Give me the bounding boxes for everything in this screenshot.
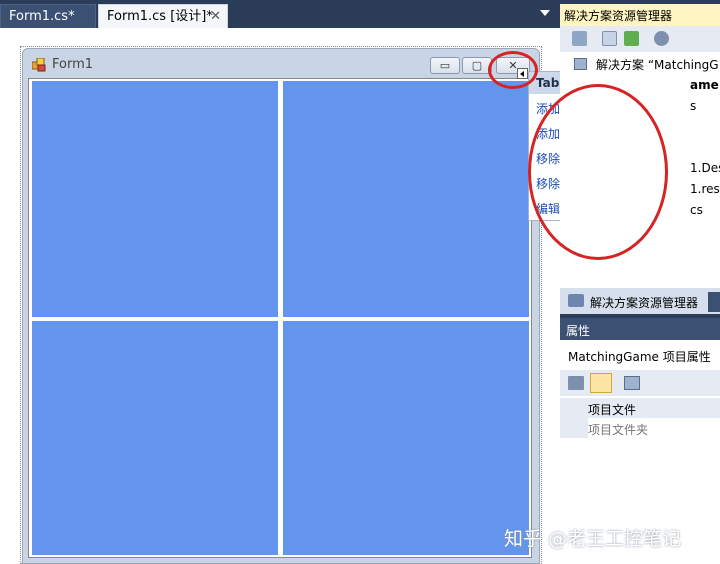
tab-label: Form1.cs* (9, 9, 75, 24)
solution-explorer-tab-icon (568, 294, 584, 307)
property-name[interactable]: 项目文件夹 (588, 421, 648, 438)
solution-icon (574, 58, 587, 70)
minimize-icon: ▭ (439, 59, 451, 72)
alphabetical-icon[interactable] (590, 373, 612, 393)
tree-item-project[interactable]: ame (690, 78, 719, 92)
tab-form1-cs[interactable]: Form1.cs* (0, 4, 96, 28)
solution-explorer-title: 解决方案资源管理器 (564, 9, 673, 23)
class-view-tab[interactable] (708, 292, 720, 312)
tree-item[interactable]: cs (690, 203, 703, 217)
table-cell[interactable] (32, 321, 278, 555)
tree-item[interactable]: 1.Des (690, 161, 720, 175)
property-pages-icon[interactable] (624, 376, 640, 390)
tab-form1-design[interactable]: Form1.cs [设计]* ✕ (98, 4, 228, 28)
properties-object-label: MatchingGame 项目属性 (568, 350, 711, 364)
annotation-circle (528, 84, 668, 260)
view-class-diagram-icon[interactable] (654, 31, 669, 46)
minimize-button[interactable]: ▭ (430, 57, 460, 74)
form-icon (32, 58, 46, 72)
tab-label: Form1.cs [设计]* (107, 9, 213, 24)
refresh-icon[interactable] (624, 31, 639, 46)
property-name[interactable]: 项目文件 (588, 401, 636, 418)
form-title: Form1 (52, 57, 94, 72)
form-titlebar (24, 52, 538, 76)
table-cell[interactable] (283, 81, 529, 317)
table-layout-panel[interactable] (28, 78, 532, 558)
tree-item[interactable]: s (690, 99, 696, 113)
tree-item[interactable]: 1.resx (690, 182, 720, 196)
annotation-circle (488, 51, 538, 89)
properties-icon[interactable] (572, 31, 587, 46)
categorized-icon[interactable] (568, 376, 584, 390)
tab-solution-explorer[interactable]: 解决方案资源管理器 (590, 294, 698, 311)
table-cell[interactable] (283, 321, 529, 555)
close-tab-icon[interactable]: ✕ (210, 5, 221, 29)
show-all-files-icon[interactable] (602, 31, 617, 46)
maximize-icon: ▢ (471, 59, 483, 72)
watermark: 知乎 @老王工控笔记 (504, 528, 682, 550)
properties-title: 属性 (566, 324, 591, 338)
tab-dropdown-icon[interactable] (540, 10, 550, 16)
table-cell[interactable] (32, 81, 278, 317)
tree-item-solution[interactable]: 解决方案 “MatchingG (596, 56, 719, 73)
properties-gutter (560, 398, 588, 438)
properties-toolbar (560, 370, 720, 396)
